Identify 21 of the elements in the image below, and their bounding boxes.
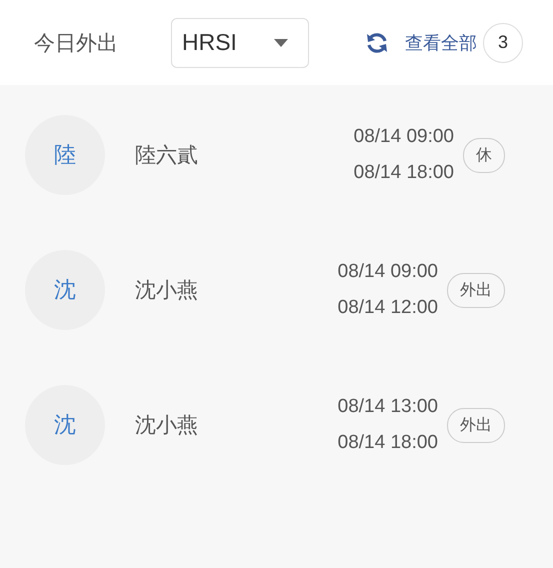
avatar: 沈 <box>25 250 105 330</box>
end-time: 08/14 18:00 <box>338 432 438 454</box>
start-time: 08/14 09:00 <box>338 261 438 283</box>
status-tag: 休 <box>463 138 505 172</box>
caret-icon <box>274 38 288 46</box>
end-time: 08/14 12:00 <box>338 297 438 319</box>
status-tag: 外出 <box>447 408 505 442</box>
avatar: 陸 <box>25 115 105 195</box>
person-name: 沈小燕 <box>135 277 198 304</box>
view-all-link[interactable]: 查看全部 <box>405 30 477 54</box>
filter-dropdown[interactable]: HRSI <box>171 18 309 68</box>
avatar: 沈 <box>25 385 105 465</box>
person-name: 陸六貳 <box>135 142 198 169</box>
start-time: 08/14 09:00 <box>354 126 454 148</box>
status-tag: 外出 <box>447 272 505 308</box>
refresh-icon[interactable] <box>365 30 389 54</box>
person-name: 沈小燕 <box>135 412 198 439</box>
end-time: 08/14 18:00 <box>354 162 454 184</box>
section-title: 今日外出 <box>34 30 119 56</box>
count-badge: 3 <box>483 22 523 62</box>
start-time: 08/14 13:00 <box>338 396 438 418</box>
